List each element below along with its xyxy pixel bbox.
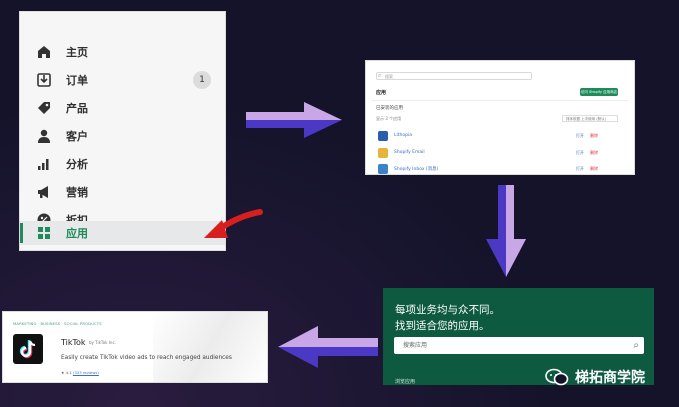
store-heading: 每项业务均与众不同。 找到适合您的应用。 — [395, 302, 500, 334]
watermark — [153, 312, 267, 382]
app-category: MARKETING · BUSINESS · SOCIAL PRODUCTS — [13, 321, 102, 326]
reviews-link[interactable]: (333 reviews) — [73, 370, 99, 375]
tiktok-app-card[interactable]: MARKETING · BUSINESS · SOCIAL PRODUCTS T… — [3, 312, 267, 382]
red-pointer-arrow-icon — [204, 209, 263, 238]
open-app-link[interactable]: 打开 — [576, 166, 584, 172]
list-item[interactable]: Shopify Email 打开 删除 — [378, 148, 618, 159]
sidebar-item-label: 主页 — [66, 46, 88, 59]
sidebar-item-label: 营销 — [66, 186, 88, 199]
delete-app-link[interactable]: 删除 — [590, 166, 598, 172]
list-item[interactable]: Lithopia 打开 删除 — [378, 131, 618, 142]
divider — [372, 100, 628, 101]
sidebar-item-orders[interactable]: 订单 1 — [20, 68, 225, 92]
sidebar-item-label: 应用 — [66, 227, 88, 240]
orders-count-badge: 1 — [193, 71, 211, 89]
sidebar-item-home[interactable]: 主页 — [20, 40, 225, 64]
visit-app-store-button[interactable]: 访问 Shopify 应用商店 — [580, 88, 618, 96]
person-icon — [35, 127, 53, 145]
tag-icon — [35, 99, 53, 117]
wechat-icon — [545, 368, 569, 386]
sidebar-item-marketing[interactable]: 营销 — [20, 180, 225, 204]
open-app-link[interactable]: 打开 — [576, 150, 584, 156]
app-rating: ★ 4.1 (333 reviews) — [61, 370, 99, 375]
app-logo-icon — [378, 148, 388, 158]
app-logo-icon — [378, 131, 388, 141]
search-placeholder: 搜索应用 — [403, 342, 428, 349]
orders-icon — [35, 71, 53, 89]
admin-sidebar: 主页 订单 1 产品 客户 分析 营销 折扣 — [20, 12, 225, 250]
installed-apps-page: 搜索 应用 访问 Shopify 应用商店 已安装的应用 显示 3 个应用 排序… — [366, 61, 634, 174]
delete-app-link[interactable]: 删除 — [590, 133, 598, 139]
sort-select[interactable]: 排序依据 上次使用 (默认) — [562, 115, 618, 122]
brand-name: 梯拓商学院 — [575, 370, 645, 386]
sidebar-item-products[interactable]: 产品 — [20, 96, 225, 120]
store-heading-line: 每项业务均与众不同。 — [395, 304, 500, 316]
bar-chart-icon — [35, 155, 53, 173]
app-description: Easily create TikTok video ads to reach … — [61, 355, 232, 361]
app-developer-link[interactable]: by TikTok Inc. — [89, 340, 116, 345]
store-heading-line: 找到适合您的应用。 — [395, 320, 490, 332]
app-logo-icon — [378, 164, 388, 174]
browse-apps-link[interactable]: 浏览应用 — [395, 378, 415, 385]
search-icon[interactable]: ⌕ — [633, 337, 639, 354]
arrow-down-icon — [486, 185, 526, 277]
delete-app-link[interactable]: 删除 — [590, 150, 598, 156]
app-name-link[interactable]: Shopify Inbox (消息) — [394, 166, 438, 172]
home-icon — [35, 43, 53, 61]
open-app-link[interactable]: 打开 — [576, 133, 584, 139]
list-item[interactable]: Shopify Inbox (消息) 打开 删除 — [378, 164, 618, 175]
app-search-input[interactable]: 搜索应用 ⌕ — [394, 337, 644, 354]
admin-search-bar[interactable]: 搜索 — [376, 72, 532, 80]
tiktok-logo-icon — [13, 334, 43, 364]
page-title: 应用 — [376, 90, 387, 96]
apps-grid-icon — [35, 224, 53, 242]
sidebar-item-apps[interactable]: 应用 — [20, 221, 225, 245]
app-name[interactable]: TikTok — [61, 338, 86, 347]
sidebar-item-label: 客户 — [66, 130, 88, 143]
sidebar-item-customers[interactable]: 客户 — [20, 124, 225, 148]
megaphone-icon — [35, 183, 53, 201]
app-name-link[interactable]: Shopify Email — [394, 150, 425, 155]
sidebar-item-label: 产品 — [66, 102, 88, 115]
arrow-right-icon — [246, 102, 342, 138]
rating-stars: ★ 4.1 — [61, 370, 72, 375]
section-title: 已安装的应用 — [376, 106, 403, 111]
sidebar-item-label: 分析 — [66, 158, 88, 171]
arrow-left-icon — [278, 326, 378, 368]
sidebar-item-analytics[interactable]: 分析 — [20, 152, 225, 176]
app-name-link[interactable]: Lithopia — [394, 133, 412, 138]
apps-filter[interactable]: 显示 3 个应用 — [376, 116, 401, 122]
sidebar-item-label: 订单 — [66, 74, 88, 87]
brand-watermark: 梯拓商学院 — [545, 367, 645, 387]
